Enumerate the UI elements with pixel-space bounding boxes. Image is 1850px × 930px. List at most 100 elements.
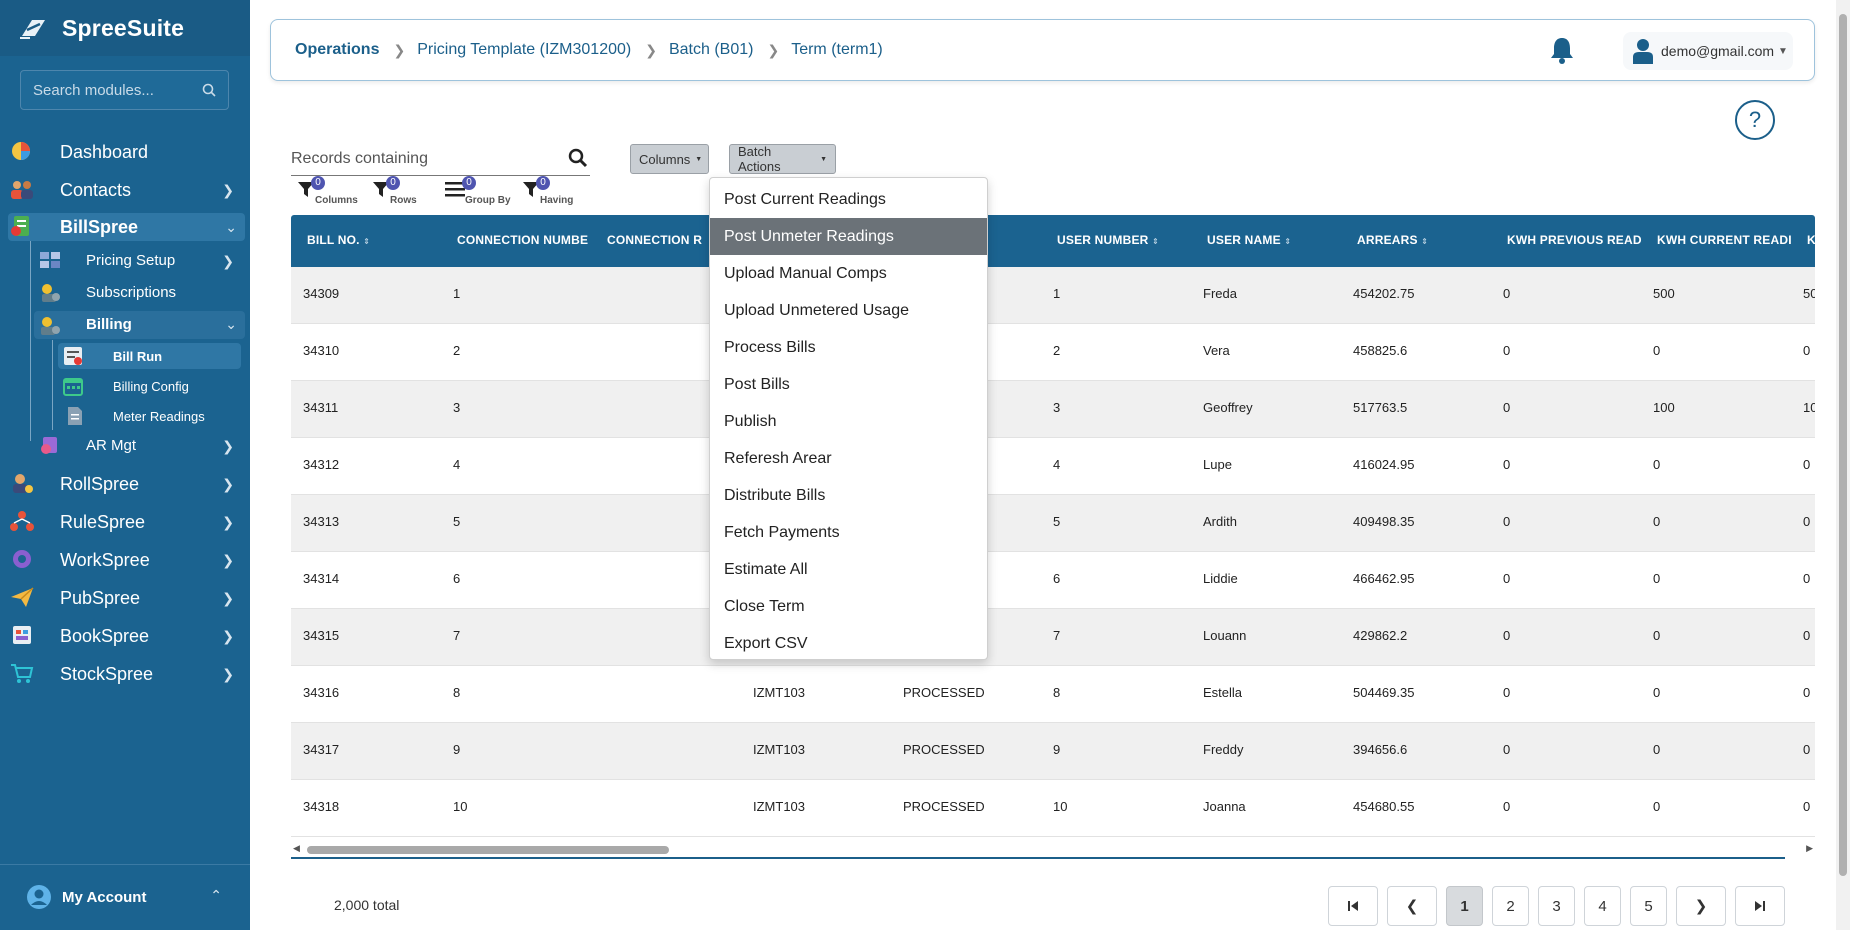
sidebar-item-pubspree[interactable]: PubSpree ❯ <box>0 584 250 612</box>
help-icon[interactable]: ? <box>1735 100 1775 140</box>
sidebar-item-rulespree[interactable]: RuleSpree ❯ <box>0 508 250 536</box>
table-cell: 34317 <box>303 742 340 757</box>
sidebar-item-label: Contacts <box>60 180 132 200</box>
menu-item-process-bills[interactable]: Process Bills <box>710 329 987 366</box>
table-cell: 0 <box>1803 685 1811 700</box>
sidebar-item-bookspree[interactable]: BookSpree ❯ <box>0 622 250 650</box>
sidebar-item-dashboard[interactable]: Dashboard <box>0 138 250 166</box>
menu-item-estimate-all[interactable]: Estimate All <box>710 551 987 588</box>
table-cell: 34318 <box>303 799 340 814</box>
user-menu-button[interactable]: demo@gmail.com ▼ <box>1623 32 1793 70</box>
sidebar-item-billing-config[interactable]: Billing Config <box>0 373 250 399</box>
table-row[interactable]: 34311 3 3 Geoffrey 517763.5 0 100 10 <box>291 381 1815 438</box>
column-header-bill-no[interactable]: BILL NO. ⇕ <box>307 233 370 247</box>
sidebar-item-pricing-setup[interactable]: Pricing Setup ❯ <box>0 248 250 274</box>
search-icon[interactable] <box>568 148 588 168</box>
filter-group-by[interactable]: 0 Group By <box>445 176 511 206</box>
breadcrumb-operations[interactable]: Operations <box>295 41 379 59</box>
filter-rows[interactable]: 0 Rows <box>372 176 422 206</box>
column-header-kwh-previous[interactable]: KWH PREVIOUS READ <box>1507 233 1642 247</box>
chevron-down-icon: ⌄ <box>225 316 237 332</box>
sidebar-item-meter-readings[interactable]: Meter Readings <box>0 403 250 429</box>
table-row[interactable]: 34314 6 6 Liddie 466462.95 0 0 0 <box>291 552 1815 609</box>
module-search-input[interactable]: Search modules... <box>20 70 229 110</box>
table-row[interactable]: 34309 1 1 Freda 454202.75 0 500 50 <box>291 267 1815 324</box>
column-header-arrears[interactable]: ARREARS ⇕ <box>1357 233 1428 247</box>
menu-item-distribute-bills[interactable]: Distribute Bills <box>710 477 987 514</box>
page-button-5[interactable]: 5 <box>1630 886 1667 926</box>
sidebar-item-rollspree[interactable]: RollSpree ❯ <box>0 470 250 498</box>
breadcrumb-term[interactable]: Term (term1) <box>791 41 883 59</box>
last-page-button[interactable] <box>1735 886 1785 926</box>
table-cell: 4 <box>1053 457 1061 472</box>
page-button-4[interactable]: 4 <box>1584 886 1621 926</box>
table-row[interactable]: 34312 4 4 Lupe 416024.95 0 0 0 <box>291 438 1815 495</box>
sidebar-item-stockspree[interactable]: StockSpree ❯ <box>0 660 250 688</box>
breadcrumb-batch[interactable]: Batch (B01) <box>669 41 753 59</box>
search-icon[interactable] <box>202 83 216 97</box>
table-row[interactable]: 34317 9 IZMT103 PROCESSED 9 Freddy 394656.6 0 0 0 <box>291 723 1815 780</box>
menu-item-upload-unmetered-usage[interactable]: Upload Unmetered Usage <box>710 292 987 329</box>
contacts-icon <box>11 181 33 199</box>
first-page-button[interactable] <box>1328 886 1378 926</box>
sidebar-item-label: Bill Run <box>113 349 163 364</box>
filter-columns[interactable]: 0 Columns <box>297 176 358 206</box>
column-header-user-number[interactable]: USER NUMBER ⇕ <box>1057 233 1159 247</box>
table-cell: 0 <box>1503 514 1511 529</box>
breadcrumb-pricing-template[interactable]: Pricing Template (IZM301200) <box>417 41 631 59</box>
filter-having[interactable]: 0 Having <box>522 176 582 206</box>
previous-page-button[interactable]: ❮ <box>1387 886 1437 926</box>
filter-label: Columns <box>315 195 358 206</box>
table-row[interactable]: 34315 7 7 Louann 429862.2 0 0 0 <box>291 609 1815 666</box>
table-row[interactable]: 34313 5 5 Ardith 409498.35 0 0 0 <box>291 495 1815 552</box>
scrollbar-thumb[interactable] <box>307 846 669 854</box>
brand-name[interactable]: SpreeSuite <box>62 15 184 42</box>
column-header-connection-r[interactable]: CONNECTION R <box>607 233 702 247</box>
sidebar-item-ar-mgt[interactable]: AR Mgt ❯ <box>0 433 250 459</box>
menu-item-fetch-payments[interactable]: Fetch Payments <box>710 514 987 551</box>
sidebar-item-bill-run[interactable]: Bill Run <box>58 343 241 369</box>
table-row[interactable]: 34318 10 IZMT103 PROCESSED 10 Joanna 454680.55… <box>291 780 1815 837</box>
scrollbar-thumb[interactable] <box>1839 14 1847 876</box>
page-button-1[interactable]: 1 <box>1446 886 1483 926</box>
column-header-user-name[interactable]: USER NAME ⇕ <box>1207 233 1291 247</box>
table-cell: 0 <box>1803 514 1811 529</box>
next-page-button[interactable]: ❯ <box>1676 886 1726 926</box>
chevron-right-icon: ❯ <box>767 41 780 58</box>
sidebar-item-billspree[interactable]: BillSpree ⌄ <box>8 213 245 241</box>
table-row[interactable]: 34310 2 2 Vera 458825.6 0 0 0 <box>291 324 1815 381</box>
table-cell: 50 <box>1803 286 1815 301</box>
table-row[interactable]: 34316 8 IZMT103 PROCESSED 8 Estella 504469.35 0… <box>291 666 1815 723</box>
scroll-right-icon[interactable]: ▶ <box>1806 843 1813 854</box>
sidebar-item-billing[interactable]: Billing ⌄ <box>34 311 245 339</box>
sidebar-item-contacts[interactable]: Contacts ❯ <box>0 176 250 204</box>
column-header-k[interactable]: K <box>1807 233 1815 247</box>
batch-actions-button[interactable]: Batch Actions ▼ <box>729 144 836 174</box>
chevron-right-icon: ❯ <box>222 514 234 530</box>
menu-item-post-unmeter-readings[interactable]: Post Unmeter Readings <box>710 218 987 255</box>
sidebar-item-label: Billing <box>86 316 132 333</box>
column-header-connection-number[interactable]: CONNECTION NUMBE <box>457 233 588 247</box>
menu-item-close-term[interactable]: Close Term <box>710 588 987 625</box>
menu-item-publish[interactable]: Publish <box>710 403 987 440</box>
my-account-button[interactable]: My Account ⌃ <box>0 864 250 930</box>
records-search-input[interactable]: Records containing <box>291 146 590 176</box>
menu-item-upload-manual-comps[interactable]: Upload Manual Comps <box>710 255 987 292</box>
page-vertical-scrollbar[interactable] <box>1836 0 1850 930</box>
table-cell: 0 <box>1503 457 1511 472</box>
sidebar-item-workspree[interactable]: WorkSpree ❯ <box>0 546 250 574</box>
horizontal-scrollbar[interactable]: ◀ ▶ <box>291 843 1815 857</box>
column-header-kwh-current[interactable]: KWH CURRENT READI <box>1657 233 1792 247</box>
table-cell: 0 <box>1803 571 1811 586</box>
menu-item-post-bills[interactable]: Post Bills <box>710 366 987 403</box>
spreesuite-logo-icon <box>20 20 45 39</box>
menu-item-post-current-readings[interactable]: Post Current Readings <box>710 181 987 218</box>
bell-icon[interactable] <box>1547 35 1577 65</box>
page-button-3[interactable]: 3 <box>1538 886 1575 926</box>
columns-button[interactable]: Columns ▼ <box>630 144 709 174</box>
menu-item-export-csv[interactable]: Export CSV <box>710 625 987 662</box>
menu-item-refresh-arear[interactable]: Referesh Arear <box>710 440 987 477</box>
page-button-2[interactable]: 2 <box>1492 886 1529 926</box>
scroll-left-icon[interactable]: ◀ <box>293 843 300 854</box>
sidebar-item-subscriptions[interactable]: Subscriptions <box>0 280 250 306</box>
